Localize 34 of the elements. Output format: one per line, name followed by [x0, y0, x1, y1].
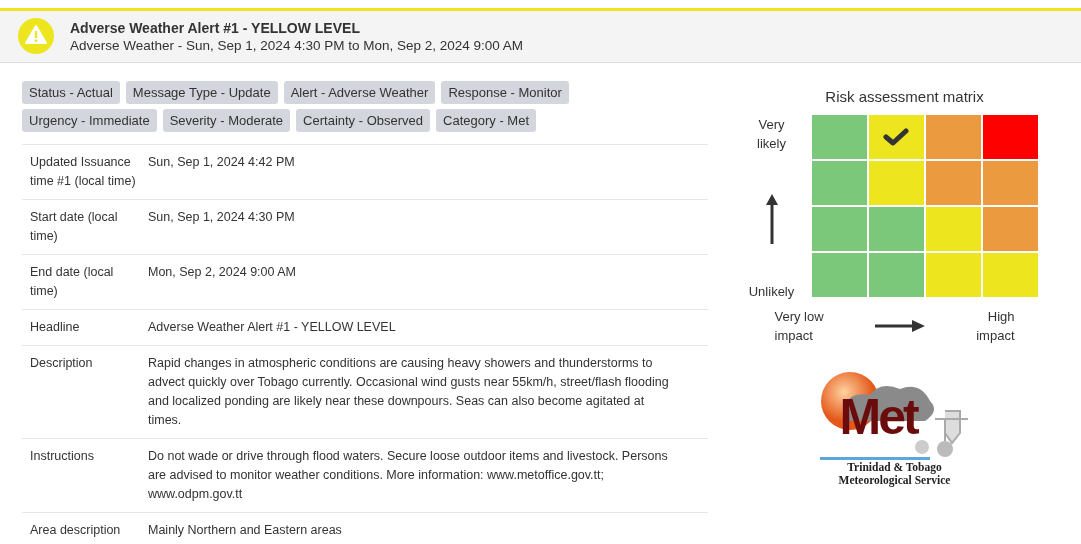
- tag: Severity - Moderate: [162, 109, 291, 132]
- detail-value: Adverse Weather Alert #1 - YELLOW LEVEL: [148, 319, 397, 336]
- axis-label: Very low impact: [774, 308, 825, 345]
- detail-value: Sun, Sep 1, 2024 4:30 PM: [148, 209, 296, 226]
- logo-text: Meteorological Service: [838, 474, 951, 487]
- alert-subtitle: Adverse Weather - Sun, Sep 1, 2024 4:30 PM to Mon, Sep 2, 2024 9:00 AM: [70, 37, 524, 53]
- matrix-title: Risk assessment matrix: [825, 88, 984, 105]
- detail-label: Description: [30, 355, 94, 372]
- detail-value: Do not wade or drive through flood waters. Secure loose outdoor items and livestock. Persons are advised to monitor weather conditions. More information: www.metoffice.gov.tt; www.odpm.gov.tt: [148, 448, 669, 503]
- detail-label: Instructions: [30, 448, 95, 465]
- detail-value: Sun, Sep 1, 2024 4:42 PM: [148, 154, 296, 171]
- axis-label: Very likely: [756, 116, 787, 153]
- check-icon: [883, 127, 909, 147]
- tag: Response - Monitor: [441, 81, 569, 104]
- detail-label: End date (local time): [30, 264, 115, 300]
- detail-label: Area description: [30, 522, 122, 539]
- axis-label: High impact: [975, 308, 1015, 345]
- detail-label: Updated Issuance time #1 (local time): [30, 154, 137, 190]
- tag: Message Type - Update: [125, 81, 278, 104]
- detail-label: Start date (local time): [30, 209, 119, 245]
- detail-value: Rapid changes in atmospheric conditions are causing heavy showers and thunderstorms to advect quickly over Tobago currently. Occasional wind gusts near 55km/h, street/flash flooding and localized ponding are likely near these downpours. Seas can also become agitated at times.: [148, 355, 670, 429]
- tag: Urgency - Immediate: [22, 109, 157, 132]
- detail-value: Mainly Northern and Eastern areas: [148, 522, 343, 539]
- tag: Certainty - Observed: [296, 109, 431, 132]
- right-arrow-icon: [874, 320, 925, 332]
- detail-label: Headline: [30, 319, 81, 336]
- detail-value: Mon, Sep 2, 2024 9:00 AM: [148, 264, 298, 281]
- axis-label: Unlikely: [747, 283, 796, 301]
- tag: Category - Met: [436, 109, 536, 132]
- alert-title: Adverse Weather Alert #1 - YELLOW LEVEL: [70, 19, 361, 36]
- logo-text: Trinidad & Tobago: [847, 461, 942, 474]
- warning-icon: [18, 18, 54, 54]
- tag: Alert - Adverse Weather: [283, 81, 436, 104]
- tag: Status - Actual: [22, 81, 120, 104]
